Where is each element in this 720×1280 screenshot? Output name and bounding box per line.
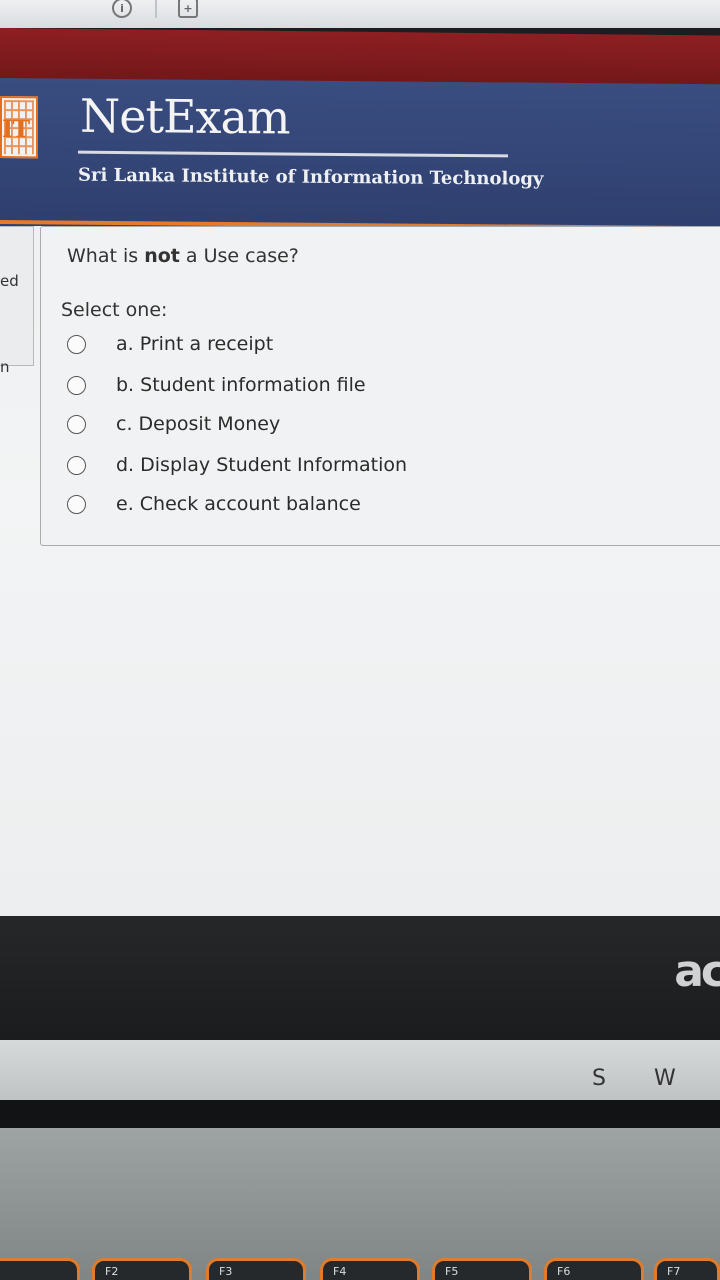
radio-button[interactable] — [67, 455, 86, 475]
nav-text-fragment: n — [0, 358, 10, 376]
keyboard-edge — [0, 1100, 720, 1128]
function-key — [0, 1258, 80, 1280]
sliit-logo[interactable]: IT — [0, 96, 38, 159]
brand-title: NetExam — [80, 88, 290, 145]
function-key-f5[interactable]: F5 — [432, 1258, 532, 1280]
logo-text: IT — [2, 114, 30, 144]
institute-name: Sri Lanka Institute of Information Techn… — [78, 164, 544, 190]
answer-option-e[interactable]: e. Check account balance — [67, 489, 361, 519]
add-tab-icon[interactable]: + — [178, 0, 198, 18]
quiz-navigation-panel[interactable] — [0, 226, 34, 366]
site-header: IT NetExam Sri Lanka Institute of Inform… — [0, 78, 720, 235]
radio-button[interactable] — [67, 414, 86, 434]
laptop-brand-logo: ac — [674, 946, 720, 997]
option-label: a. Print a receipt — [116, 333, 274, 355]
quiz-content: ed n What is not a Use case? Select one:… — [0, 226, 720, 916]
browser-toolbar: i + — [0, 0, 720, 28]
answer-option-b[interactable]: b. Student information file — [67, 370, 366, 400]
toolbar-divider — [155, 0, 157, 18]
radio-button[interactable] — [67, 334, 86, 354]
question-text-emphasis: not — [144, 245, 180, 267]
info-icon[interactable]: i — [112, 0, 132, 18]
hinge-label: S — [592, 1066, 606, 1091]
select-one-label: Select one: — [61, 299, 168, 321]
option-label: b. Student information file — [116, 374, 366, 396]
answer-option-c[interactable]: c. Deposit Money — [67, 409, 280, 439]
laptop-bezel: ac — [0, 916, 720, 1040]
hinge-label: W — [654, 1066, 676, 1091]
radio-button[interactable] — [67, 494, 86, 514]
option-label: e. Check account balance — [116, 493, 361, 515]
option-label: c. Deposit Money — [116, 413, 281, 435]
function-key-f4[interactable]: F4 — [320, 1258, 420, 1280]
laptop-hinge — [0, 1040, 720, 1100]
question-text: What is not a Use case? — [67, 245, 299, 267]
question-card: What is not a Use case? Select one: a. P… — [40, 226, 720, 546]
radio-button[interactable] — [67, 375, 86, 395]
option-label: d. Display Student Information — [116, 454, 408, 476]
question-text-after: a Use case? — [179, 245, 299, 267]
function-key-f2[interactable]: F2 — [92, 1258, 192, 1280]
nav-text-fragment: ed — [0, 272, 19, 290]
function-key-f7[interactable]: F7 — [654, 1258, 720, 1280]
answer-option-a[interactable]: a. Print a receipt — [67, 329, 273, 359]
function-key-f3[interactable]: F3 — [206, 1258, 306, 1280]
answer-option-d[interactable]: d. Display Student Information — [67, 450, 407, 480]
function-key-f6[interactable]: F6 — [544, 1258, 644, 1280]
question-text-before: What is — [67, 245, 145, 267]
brand-divider — [78, 150, 508, 158]
